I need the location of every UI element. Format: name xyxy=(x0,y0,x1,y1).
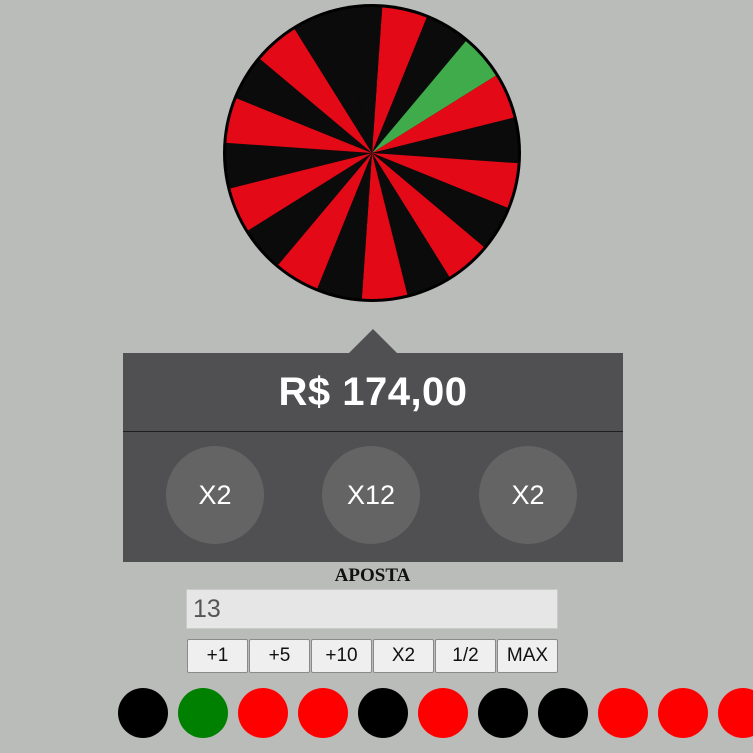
history-result-red xyxy=(238,688,288,738)
game-panel: R$ 174,00 X2 X12 X2 xyxy=(123,353,623,562)
history-result-red xyxy=(418,688,468,738)
history-result-black xyxy=(358,688,408,738)
max-bet-button[interactable]: MAX xyxy=(497,639,558,673)
plus-one-button[interactable]: +1 xyxy=(187,639,248,673)
bet-label: APOSTA xyxy=(334,565,411,586)
bet-red-x2-button[interactable]: X2 xyxy=(166,446,264,544)
plus-five-button[interactable]: +5 xyxy=(249,639,310,673)
history-result-red xyxy=(298,688,348,738)
half-bet-button[interactable]: 1/2 xyxy=(435,639,496,673)
history-result-red xyxy=(718,688,753,738)
history-result-black xyxy=(478,688,528,738)
balance-display: R$ 174,00 xyxy=(123,353,623,432)
bet-green-x12-button[interactable]: X12 xyxy=(322,446,420,544)
history-result-red xyxy=(598,688,648,738)
history-result-red xyxy=(658,688,708,738)
plus-ten-button[interactable]: +10 xyxy=(311,639,372,673)
bet-amount-input[interactable] xyxy=(186,589,558,629)
wheel-pointer xyxy=(349,329,397,353)
history-result-green xyxy=(178,688,228,738)
roulette-wheel-graphic xyxy=(223,4,521,302)
history-result-black xyxy=(538,688,588,738)
double-bet-button[interactable]: X2 xyxy=(373,639,434,673)
roulette-wheel xyxy=(222,3,522,303)
results-history xyxy=(0,688,753,740)
bet-black-x2-button[interactable]: X2 xyxy=(479,446,577,544)
history-result-black xyxy=(118,688,168,738)
